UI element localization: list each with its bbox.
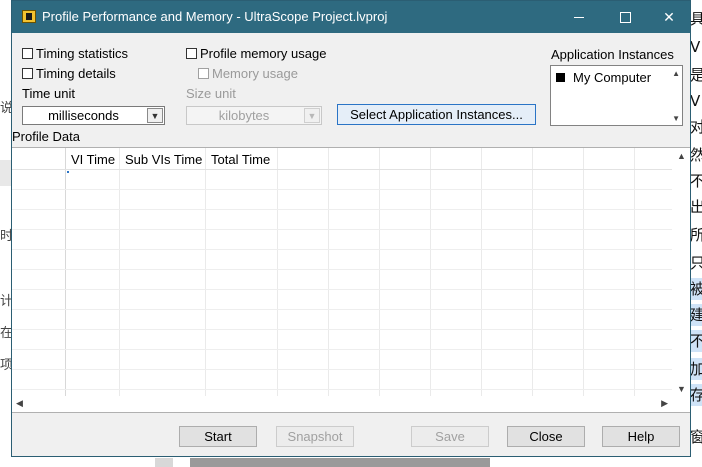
background-char: 窗	[690, 428, 702, 446]
save-button: Save	[411, 426, 489, 447]
checkbox-label: Timing details	[36, 66, 116, 81]
grid-line	[481, 148, 482, 396]
minimize-button[interactable]	[556, 1, 602, 33]
grid-line	[12, 249, 672, 250]
scroll-up-icon[interactable]: ▲	[677, 151, 686, 161]
memory-usage-checkbox: Memory usage	[198, 66, 298, 81]
close-icon: ✕	[663, 8, 675, 25]
chevron-down-icon[interactable]: ▼	[147, 108, 163, 123]
grid-line	[12, 289, 672, 290]
horizontal-scrollbar[interactable]: ◀ ▶	[12, 396, 672, 412]
background-char: 加	[690, 358, 702, 380]
background-char: 对	[690, 118, 702, 136]
timing-details-checkbox[interactable]: Timing details	[22, 66, 116, 81]
profile-data-table[interactable]: VI Time Sub VIs Time Total Time ▲ ▼ ◀ ▶	[12, 147, 690, 413]
grid-line	[532, 148, 533, 396]
grid-line	[12, 169, 672, 170]
background-char: 被	[690, 278, 702, 300]
grid-line	[12, 269, 672, 270]
chevron-down-icon: ▼	[304, 108, 320, 123]
minimize-icon	[574, 16, 584, 18]
grid-line	[65, 148, 66, 396]
title-bar[interactable]: Profile Performance and Memory - UltraSc…	[12, 1, 690, 33]
grid-line	[12, 309, 672, 310]
select-application-instances-button[interactable]: Select Application Instances...	[337, 104, 536, 125]
background-char: 不	[690, 172, 702, 190]
profile-data-label: Profile Data	[12, 129, 80, 144]
column-header-vi-time[interactable]: VI Time	[71, 152, 115, 167]
grid-line	[379, 148, 380, 396]
background-char: V	[690, 38, 701, 56]
start-button[interactable]: Start	[179, 426, 257, 447]
checkbox-box[interactable]	[186, 48, 197, 59]
column-header-sub-vis-time[interactable]: Sub VIs Time	[125, 152, 202, 167]
background-char: 只	[690, 254, 702, 272]
profile-dialog: Profile Performance and Memory - UltraSc…	[11, 0, 691, 457]
maximize-icon	[619, 11, 631, 23]
scroll-right-icon[interactable]: ▶	[661, 398, 668, 409]
background-bottom-bar	[190, 458, 490, 467]
grid-line	[12, 209, 672, 210]
grid-line	[12, 189, 672, 190]
scroll-up-icon[interactable]: ▲	[672, 69, 680, 78]
checkbox-label: Timing statistics	[36, 46, 128, 61]
grid-line	[12, 349, 672, 350]
time-unit-select[interactable]: milliseconds ▼	[22, 106, 165, 125]
checkbox-box[interactable]	[22, 48, 33, 59]
background-bottom-bar	[155, 458, 173, 467]
grid-line	[119, 148, 120, 396]
time-unit-value: milliseconds	[48, 108, 119, 123]
background-char: V	[690, 92, 701, 110]
column-header-total-time[interactable]: Total Time	[211, 152, 270, 167]
grid-line	[12, 229, 672, 230]
grid-line	[634, 148, 635, 396]
snapshot-button: Snapshot	[276, 426, 354, 447]
size-unit-value: kilobytes	[218, 108, 270, 123]
grid-line	[12, 329, 672, 330]
grid-line	[430, 148, 431, 396]
checkbox-label: Memory usage	[212, 66, 298, 81]
labview-app-icon	[22, 10, 36, 23]
application-instances-list[interactable]: My Computer ▲ ▼	[550, 65, 683, 126]
maximize-button[interactable]	[602, 1, 648, 33]
grid-line	[583, 148, 584, 396]
size-unit-label: Size unit	[186, 86, 236, 101]
grid-line	[12, 389, 672, 390]
help-button[interactable]: Help	[602, 426, 680, 447]
grid-line	[205, 148, 206, 396]
background-char: 出	[690, 198, 702, 216]
computer-icon	[556, 73, 565, 82]
cell-cursor	[67, 171, 69, 173]
list-item-label: My Computer	[573, 70, 652, 85]
background-char: 然	[690, 146, 702, 164]
window-title: Profile Performance and Memory - UltraSc…	[42, 9, 388, 24]
background-char: 是	[690, 66, 702, 84]
grid-line	[328, 148, 329, 396]
scroll-left-icon[interactable]: ◀	[16, 398, 23, 409]
list-item[interactable]: My Computer	[556, 70, 651, 85]
profile-memory-usage-checkbox[interactable]: Profile memory usage	[186, 46, 326, 61]
background-char: 建	[690, 304, 702, 326]
background-char: 不	[690, 330, 702, 352]
scroll-down-icon[interactable]: ▼	[677, 384, 686, 394]
checkbox-label: Profile memory usage	[200, 46, 327, 61]
checkbox-box	[198, 68, 209, 79]
close-window-button[interactable]: ✕	[646, 1, 692, 33]
time-unit-label: Time unit	[22, 86, 75, 101]
application-instances-label: Application Instances	[551, 47, 674, 62]
grid-line	[12, 369, 672, 370]
size-unit-select: kilobytes ▼	[186, 106, 322, 125]
scroll-down-icon[interactable]: ▼	[672, 114, 680, 123]
checkbox-box[interactable]	[22, 68, 33, 79]
close-button[interactable]: Close	[507, 426, 585, 447]
timing-statistics-checkbox[interactable]: Timing statistics	[22, 46, 128, 61]
grid-line	[277, 148, 278, 396]
background-char: 所	[690, 226, 702, 244]
background-char: 存	[690, 384, 702, 406]
vertical-scrollbar[interactable]: ▲ ▼	[672, 148, 690, 396]
